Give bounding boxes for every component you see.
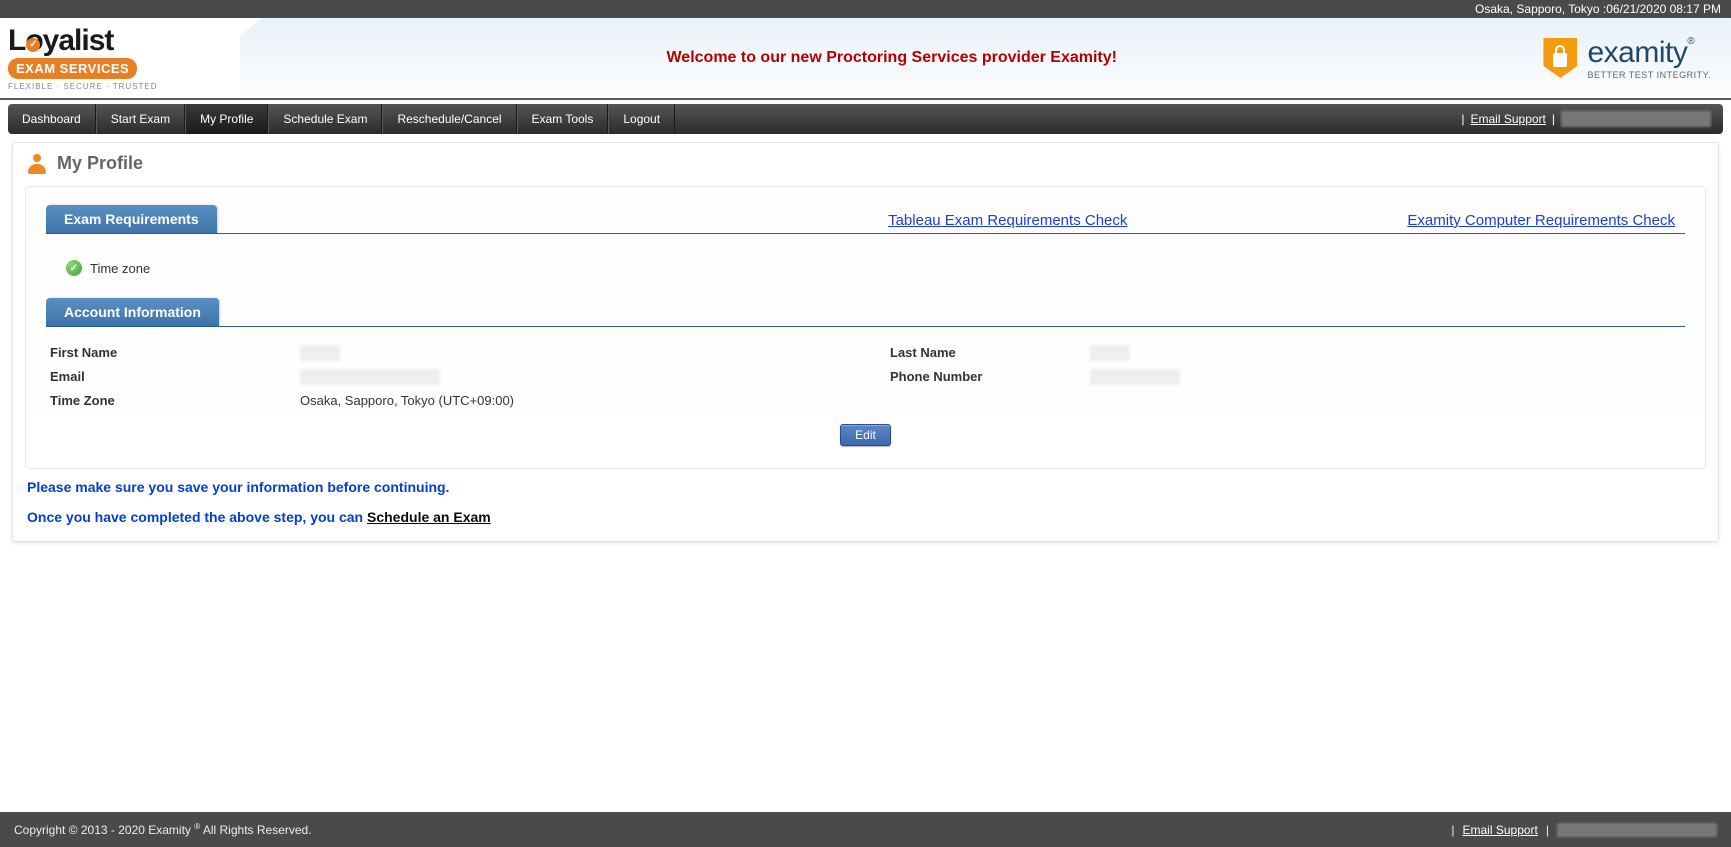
loyalist-badge: EXAM SERVICES — [8, 58, 137, 79]
footer-email-support-link[interactable]: Email Support — [1463, 823, 1538, 837]
copyright-suffix: All Rights Reserved. — [200, 823, 311, 837]
tableau-requirements-link[interactable]: Tableau Exam Requirements Check — [888, 212, 1127, 229]
nav-reschedule-cancel[interactable]: Reschedule/Cancel — [382, 104, 516, 134]
examity-tagline: BETTER TEST INTEGRITY. — [1587, 70, 1711, 80]
redacted-box — [300, 345, 340, 361]
footer-sep: | — [1546, 823, 1549, 837]
schedule-notice: Once you have completed the above step, … — [13, 499, 1718, 529]
footer-user-redacted — [1557, 823, 1717, 837]
account-header-row: Account Information — [46, 298, 1685, 327]
first-name-label: First Name — [50, 345, 300, 361]
examity-word-text: examity — [1587, 36, 1687, 69]
redacted-box — [1090, 369, 1180, 385]
main-nav: Dashboard Start Exam My Profile Schedule… — [8, 104, 1723, 134]
timezone-requirement-row: ✓ Time zone — [46, 234, 1685, 284]
nav-user-redacted — [1561, 111, 1711, 127]
nav-start-exam[interactable]: Start Exam — [96, 104, 185, 134]
nav-left: Dashboard Start Exam My Profile Schedule… — [8, 104, 675, 134]
phone-value — [1090, 369, 1681, 385]
exam-req-header-row: Exam Requirements Tableau Exam Requireme… — [46, 205, 1685, 234]
profile-icon — [27, 154, 47, 174]
nav-label: Logout — [623, 112, 660, 126]
welcome-text: Welcome to our new Proctoring Services p… — [666, 49, 1117, 66]
nav-label: Schedule Exam — [283, 112, 367, 126]
examity-requirements-link[interactable]: Examity Computer Requirements Check — [1407, 212, 1675, 229]
last-name-label: Last Name — [890, 345, 1090, 361]
nav-right: | Email Support | — [1461, 104, 1723, 134]
loyalist-logo: Loyalist ✓ EXAM SERVICES FLEXIBLE · SECU… — [8, 26, 158, 91]
footer: Copyright © 2013 - 2020 Examity ® All Ri… — [0, 812, 1731, 847]
registered-icon: ® — [1687, 36, 1694, 47]
last-name-value — [1090, 345, 1681, 361]
datetime-text: Osaka, Sapporo, Tokyo :06/21/2020 08:17 … — [1475, 2, 1721, 16]
email-value — [300, 369, 580, 385]
nav-logout[interactable]: Logout — [608, 104, 675, 134]
copyright-text: Copyright © 2013 - 2020 Examity ® All Ri… — [14, 822, 312, 837]
check-icon: ✓ — [66, 260, 82, 276]
loyalist-logo-area: Loyalist ✓ EXAM SERVICES FLEXIBLE · SECU… — [0, 18, 240, 98]
page-title: My Profile — [57, 153, 143, 174]
redacted-box — [1090, 345, 1130, 361]
schedule-exam-link[interactable]: Schedule an Exam — [367, 509, 491, 525]
footer-right: | Email Support | — [1451, 823, 1717, 837]
timezone-label: Time Zone — [50, 393, 300, 408]
edit-row: Edit — [46, 418, 1685, 448]
footer-sep: | — [1451, 823, 1454, 837]
loyalist-word: Loyalist — [8, 24, 113, 57]
save-notice: Please make sure you save your informati… — [13, 469, 1718, 499]
page-title-row: My Profile — [13, 143, 1718, 178]
banner-center: Welcome to our new Proctoring Services p… — [240, 49, 1543, 67]
nav-label: Reschedule/Cancel — [397, 112, 501, 126]
exam-requirements-tab: Exam Requirements — [46, 205, 217, 233]
redacted-box — [300, 369, 440, 385]
exam-req-links: Tableau Exam Requirements Check Examity … — [888, 212, 1685, 233]
account-grid: First Name Last Name Email Phone Number … — [46, 327, 1685, 418]
nav-sep: | — [1552, 112, 1555, 126]
nav-my-profile[interactable]: My Profile — [185, 104, 268, 134]
first-name-value — [300, 345, 580, 361]
nav-label: Start Exam — [111, 112, 170, 126]
lock-icon — [1553, 53, 1567, 67]
content-card: Exam Requirements Tableau Exam Requireme… — [25, 186, 1706, 469]
nav-schedule-exam[interactable]: Schedule Exam — [268, 104, 382, 134]
page-container: My Profile Exam Requirements Tableau Exa… — [12, 142, 1719, 542]
copyright-prefix: Copyright © 2013 - 2020 Examity — [14, 823, 194, 837]
email-support-link[interactable]: Email Support — [1471, 112, 1546, 126]
nav-exam-tools[interactable]: Exam Tools — [517, 104, 609, 134]
nav-label: Dashboard — [22, 112, 81, 126]
notice-prefix: Once you have completed the above step, … — [27, 509, 367, 525]
loyalist-wordmark: Loyalist ✓ — [8, 26, 113, 56]
timezone-value: Osaka, Sapporo, Tokyo (UTC+09:00) — [300, 393, 580, 408]
banner: Loyalist ✓ EXAM SERVICES FLEXIBLE · SECU… — [0, 18, 1731, 100]
examity-wordmark: examity® — [1587, 36, 1711, 70]
edit-button[interactable]: Edit — [840, 424, 891, 446]
loyalist-tagline: FLEXIBLE · SECURE · TRUSTED — [8, 82, 158, 91]
top-strip: Osaka, Sapporo, Tokyo :06/21/2020 08:17 … — [0, 0, 1731, 18]
nav-label: My Profile — [200, 112, 253, 126]
timezone-req-label: Time zone — [90, 261, 150, 276]
examity-logo-area: examity® BETTER TEST INTEGRITY. — [1543, 36, 1731, 80]
nav-label: Exam Tools — [532, 112, 594, 126]
phone-label: Phone Number — [890, 369, 1090, 385]
examity-logo-text: examity® BETTER TEST INTEGRITY. — [1587, 36, 1711, 80]
checkmark-icon: ✓ — [26, 38, 40, 52]
email-label: Email — [50, 369, 300, 385]
account-information-tab: Account Information — [46, 298, 219, 326]
nav-sep: | — [1461, 112, 1464, 126]
shield-icon — [1543, 38, 1577, 78]
nav-dashboard[interactable]: Dashboard — [8, 104, 96, 134]
